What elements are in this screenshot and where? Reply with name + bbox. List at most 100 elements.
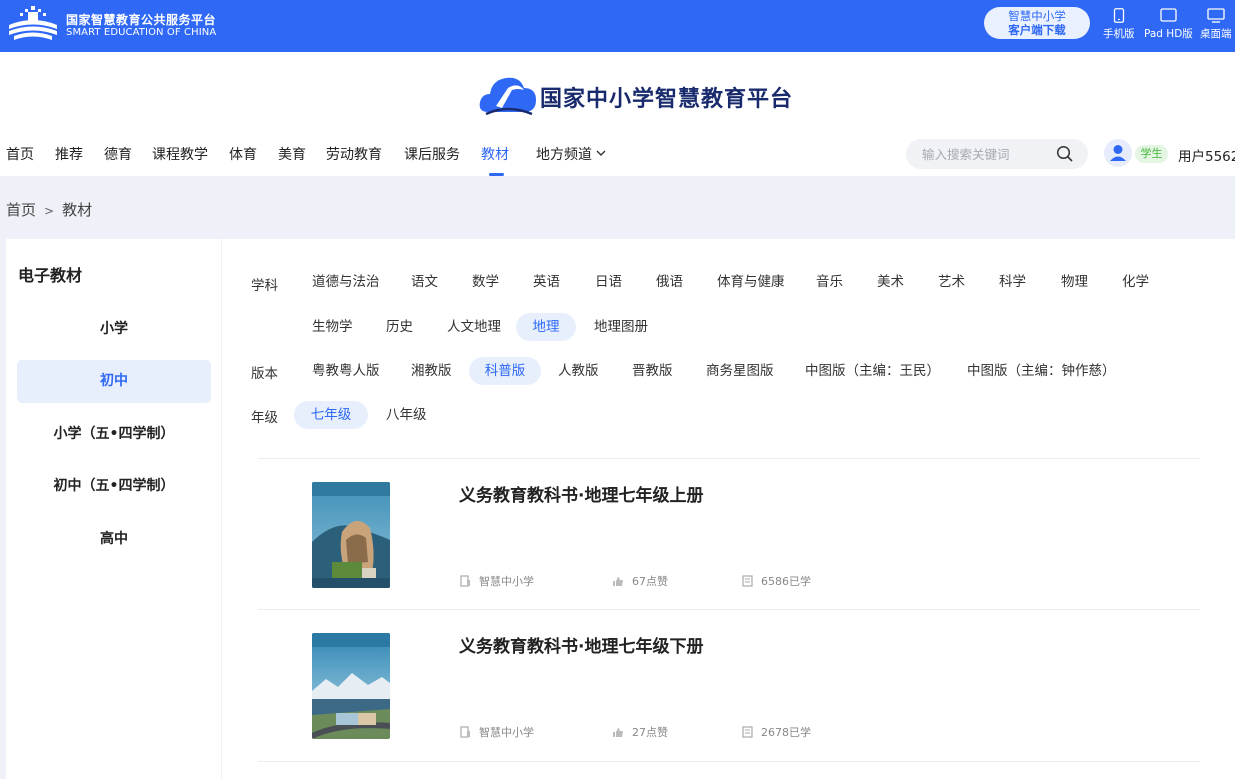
site-title: 国家中小学智慧教育平台 xyxy=(540,87,794,112)
breadcrumb-current: 教材 xyxy=(62,201,93,219)
username[interactable]: 用户5562 xyxy=(1178,145,1235,165)
nav-item-sports[interactable]: 体育 xyxy=(229,144,257,176)
search-input[interactable] xyxy=(922,145,1052,163)
book-likes: 27点赞 xyxy=(612,724,668,740)
grade-filter-label: 年级 xyxy=(251,410,278,426)
subject-chip[interactable]: 艺术 xyxy=(926,268,977,296)
book-cover[interactable] xyxy=(312,482,390,588)
desktop-version-label: 桌面端 xyxy=(1200,28,1232,40)
book-title[interactable]: 义务教育教科书·地理七年级上册 xyxy=(459,481,703,506)
chevron-down-icon xyxy=(596,150,606,156)
subject-chip[interactable]: 地理图册 xyxy=(582,313,660,341)
edition-filter-label: 版本 xyxy=(251,366,278,382)
book-likes-label: 27点赞 xyxy=(632,726,668,739)
learned-icon xyxy=(742,575,753,587)
publisher-icon xyxy=(460,575,470,587)
edition-chip[interactable]: 中图版（主编：钟作慈） xyxy=(955,357,1128,385)
sidebar-item-junior-54[interactable]: 初中（五•四学制） xyxy=(17,465,211,508)
edition-chip[interactable]: 粤教粤人版 xyxy=(300,357,392,385)
grade-chip[interactable]: 八年级 xyxy=(374,401,439,429)
nav-item-local-channel-label: 地方频道 xyxy=(536,147,592,163)
publisher-icon xyxy=(460,726,470,738)
nav-item-home[interactable]: 首页 xyxy=(6,144,34,176)
subject-chip[interactable]: 道德与法治 xyxy=(300,268,392,296)
sidebar-item-primary-54[interactable]: 小学（五•四学制） xyxy=(17,413,211,456)
sidebar-item-primary[interactable]: 小学 xyxy=(17,308,211,351)
book-likes: 67点赞 xyxy=(612,573,668,589)
subject-chip[interactable]: 数学 xyxy=(460,268,511,296)
book-title[interactable]: 义务教育教科书·地理七年级下册 xyxy=(459,632,703,657)
mobile-version-link[interactable]: 手机版 xyxy=(1103,8,1135,41)
geography-cover-image xyxy=(312,482,390,588)
thumbs-up-icon xyxy=(613,577,623,586)
breadcrumb: 首页 > 教材 xyxy=(6,199,92,220)
edition-chip-selected[interactable]: 科普版 xyxy=(469,357,541,385)
subject-chip[interactable]: 历史 xyxy=(374,313,425,341)
subject-chip[interactable]: 音乐 xyxy=(804,268,855,296)
monitor-icon xyxy=(1207,8,1225,23)
subject-chip[interactable]: 美术 xyxy=(865,268,916,296)
pad-version-link[interactable]: Pad HD版 xyxy=(1144,8,1193,41)
book-publisher: 智慧中小学 xyxy=(460,573,534,589)
nav-item-courses[interactable]: 课程教学 xyxy=(152,144,208,176)
book-learned: 6586已学 xyxy=(742,573,811,589)
subject-chip[interactable]: 俄语 xyxy=(644,268,695,296)
subject-chip[interactable]: 生物学 xyxy=(300,313,365,341)
book-publisher-label: 智慧中小学 xyxy=(479,726,534,739)
download-line-1: 智慧中小学 xyxy=(1008,9,1066,23)
nav-item-arts[interactable]: 美育 xyxy=(278,144,306,176)
book-learned-label: 2678已学 xyxy=(761,726,811,739)
nav-item-after-school[interactable]: 课后服务 xyxy=(404,144,460,176)
thumbs-up-icon xyxy=(613,728,623,737)
mobile-version-label: 手机版 xyxy=(1103,28,1135,40)
nav-item-recommend[interactable]: 推荐 xyxy=(55,144,83,176)
list-divider xyxy=(258,761,1200,762)
subject-chip[interactable]: 科学 xyxy=(987,268,1038,296)
user-icon xyxy=(1110,145,1126,161)
smart-education-logo xyxy=(9,6,57,40)
subject-chip[interactable]: 人文地理 xyxy=(435,313,513,341)
desktop-version-link[interactable]: 桌面端 xyxy=(1200,8,1232,41)
book-cover[interactable] xyxy=(312,633,390,739)
book-learned: 2678已学 xyxy=(742,724,811,740)
subject-chip[interactable]: 物理 xyxy=(1049,268,1100,296)
breadcrumb-home[interactable]: 首页 xyxy=(6,201,36,219)
breadcrumb-separator: > xyxy=(44,204,55,218)
subject-chip-selected[interactable]: 地理 xyxy=(516,313,576,341)
edition-chip[interactable]: 晋教版 xyxy=(620,357,685,385)
subject-chip[interactable]: 化学 xyxy=(1110,268,1161,296)
sidebar-title: 电子教材 xyxy=(18,266,83,285)
tablet-icon xyxy=(1160,8,1177,22)
pad-version-label: Pad HD版 xyxy=(1144,28,1193,40)
avatar[interactable] xyxy=(1104,139,1132,167)
nav-item-labor[interactable]: 劳动教育 xyxy=(326,144,382,176)
edition-chip[interactable]: 商务星图版 xyxy=(694,357,786,385)
site-header: 国家中小学智慧教育平台 首页 推荐 德育 课程教学 体育 美育 劳动教育 课后服… xyxy=(0,52,1235,176)
subject-chip[interactable]: 体育与健康 xyxy=(705,268,797,296)
role-badge: 学生 xyxy=(1135,145,1168,163)
subject-chip[interactable]: 日语 xyxy=(583,268,634,296)
nav-item-moral[interactable]: 德育 xyxy=(104,144,132,176)
edition-chip[interactable]: 中图版（主编：王民） xyxy=(793,357,952,385)
sidebar-item-junior-high[interactable]: 初中 xyxy=(17,360,211,403)
search-box xyxy=(906,139,1088,169)
edition-chip[interactable]: 湘教版 xyxy=(399,357,464,385)
edition-chip[interactable]: 人教版 xyxy=(546,357,611,385)
book-publisher-label: 智慧中小学 xyxy=(479,575,534,588)
list-divider xyxy=(258,458,1200,459)
search-icon[interactable] xyxy=(1056,145,1074,163)
book-learned-label: 6586已学 xyxy=(761,575,811,588)
brand-name-cn: 国家智慧教育公共服务平台 xyxy=(66,13,217,27)
list-divider xyxy=(258,609,1200,610)
phone-icon xyxy=(1113,8,1124,23)
geography-cover-image xyxy=(312,633,390,739)
subject-chip[interactable]: 语文 xyxy=(399,268,450,296)
sidebar-item-senior-high[interactable]: 高中 xyxy=(17,518,211,561)
grade-chip-selected[interactable]: 七年级 xyxy=(294,401,368,429)
subject-chip[interactable]: 英语 xyxy=(521,268,572,296)
platform-cloud-logo xyxy=(479,77,536,116)
nav-item-textbooks[interactable]: 教材 xyxy=(481,144,512,176)
client-download-button[interactable]: 智慧中小学 客户端下载 xyxy=(984,7,1090,39)
brand-name-en: SMART EDUCATION OF CHINA xyxy=(66,27,217,38)
nav-item-local-channel[interactable]: 地方频道 xyxy=(536,144,606,176)
